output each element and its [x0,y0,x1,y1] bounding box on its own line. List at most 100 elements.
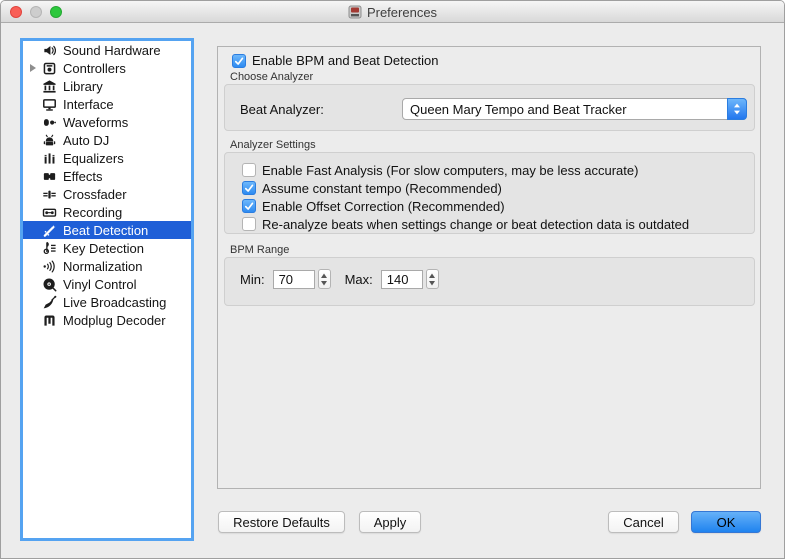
bpm-max-input[interactable] [381,270,423,289]
sidebar-item-crossfader[interactable]: Crossfader [23,185,191,203]
sidebar-item-live-broadcasting[interactable]: Live Broadcasting [23,293,191,311]
beat-analyzer-selected-option: Queen Mary Tempo and Beat Tracker [403,102,727,117]
restore-defaults-button[interactable]: Restore Defaults [218,511,345,533]
bpm-min-stepper[interactable] [318,269,331,289]
equalizers-icon [41,150,57,166]
controllers-icon [41,60,57,76]
sidebar-item-label: Live Broadcasting [63,295,166,310]
sidebar-item-label: Controllers [63,61,126,76]
disclosure-spacer [29,279,41,289]
preferences-sidebar: Sound Hardware Controllers Library Interfac… [20,38,194,541]
enable-bpm-label: Enable BPM and Beat Detection [252,53,438,68]
sidebar-item-label: Vinyl Control [63,277,136,292]
disclosure-spacer [29,81,41,91]
choose-analyzer-group-label: Choose Analyzer [230,71,313,83]
analyzer-setting-checkbox-3[interactable] [242,217,256,231]
analyzer-setting-label: Enable Fast Analysis (For slow computers… [262,163,638,178]
sidebar-item-label: Recording [63,205,122,220]
sidebar-item-waveforms[interactable]: Waveforms [23,113,191,131]
sidebar-item-auto-dj[interactable]: Auto DJ [23,131,191,149]
vinyl-control-icon [41,276,57,292]
bpm-max-label: Max: [345,272,373,287]
waveforms-icon [41,114,57,130]
analyzer-setting-label: Assume constant tempo (Recommended) [262,181,502,196]
disclosure-spacer [29,297,41,307]
sidebar-item-label: Key Detection [63,241,144,256]
sidebar-item-controllers[interactable]: Controllers [23,59,191,77]
sidebar-item-effects[interactable]: Effects [23,167,191,185]
analyzer-setting-row: Re-analyze beats when settings change or… [242,215,748,233]
sidebar-item-equalizers[interactable]: Equalizers [23,149,191,167]
disclosure-spacer [29,171,41,181]
normalization-icon [41,258,57,274]
ok-button[interactable]: OK [691,511,761,533]
bpm-range-group-label: BPM Range [230,244,289,256]
sidebar-item-label: Sound Hardware [63,43,161,58]
sidebar-item-label: Normalization [63,259,142,274]
disclosure-spacer [29,117,41,127]
auto-dj-icon [41,132,57,148]
disclosure-spacer [29,207,41,217]
sidebar-item-label: Auto DJ [63,133,109,148]
recording-icon [41,204,57,220]
sidebar-item-label: Modplug Decoder [63,313,166,328]
title-bar: Preferences [1,1,784,23]
analyzer-setting-checkbox-1[interactable] [242,181,256,195]
crossfader-icon [41,186,57,202]
sidebar-item-interface[interactable]: Interface [23,95,191,113]
sidebar-item-label: Beat Detection [63,223,148,238]
sidebar-item-label: Waveforms [63,115,128,130]
sidebar-item-library[interactable]: Library [23,77,191,95]
sidebar-item-vinyl-control[interactable]: Vinyl Control [23,275,191,293]
enable-bpm-checkbox[interactable] [232,54,246,68]
sidebar-item-label: Interface [63,97,114,112]
sidebar-item-label: Equalizers [63,151,124,166]
beat-analyzer-dropdown[interactable]: Queen Mary Tempo and Beat Tracker [402,98,747,120]
analyzer-setting-label: Enable Offset Correction (Recommended) [262,199,505,214]
effects-icon [41,168,57,184]
app-icon [348,5,362,19]
analyzer-setting-row: Enable Fast Analysis (For slow computers… [242,161,748,179]
sidebar-item-recording[interactable]: Recording [23,203,191,221]
sidebar-item-sound-hardware[interactable]: Sound Hardware [23,41,191,59]
sidebar-item-label: Effects [63,169,103,184]
analyzer-setting-checkbox-0[interactable] [242,163,256,177]
bpm-max-stepper[interactable] [426,269,439,289]
live-broadcasting-icon [41,294,57,310]
disclosure-spacer [29,315,41,325]
analyzer-setting-checkbox-2[interactable] [242,199,256,213]
analyzer-setting-label: Re-analyze beats when settings change or… [262,217,689,232]
disclosure-spacer [29,99,41,109]
disclosure-spacer [29,45,41,55]
library-icon [41,78,57,94]
preferences-window: Preferences Sound Hardware Controllers Lib… [0,0,785,559]
sidebar-item-modplug-decoder[interactable]: Modplug Decoder [23,311,191,329]
disclosure-spacer [29,243,41,253]
modplug-decoder-icon [41,312,57,328]
analyzer-settings-groupbox: Enable Fast Analysis (For slow computers… [224,152,755,234]
choose-analyzer-groupbox: Beat Analyzer: Queen Mary Tempo and Beat… [224,84,755,131]
bpm-min-input[interactable] [273,270,315,289]
sidebar-item-key-detection[interactable]: Key Detection [23,239,191,257]
bpm-range-groupbox: Min: Max: [224,257,755,306]
interface-icon [41,96,57,112]
beat-analyzer-label: Beat Analyzer: [240,102,402,117]
analyzer-settings-group-label: Analyzer Settings [230,139,316,151]
beat-detection-icon [41,222,57,238]
window-title: Preferences [367,5,437,20]
bpm-min-label: Min: [240,272,265,287]
disclosure-spacer [29,261,41,271]
sidebar-item-label: Crossfader [63,187,127,202]
cancel-button[interactable]: Cancel [608,511,679,533]
analyzer-setting-row: Assume constant tempo (Recommended) [242,179,748,197]
sidebar-item-beat-detection[interactable]: Beat Detection [23,221,191,239]
disclosure-spacer [29,189,41,199]
disclosure-triangle-icon[interactable] [29,63,41,73]
sidebar-item-label: Library [63,79,103,94]
disclosure-spacer [29,135,41,145]
enable-bpm-row: Enable BPM and Beat Detection [232,53,438,68]
dropdown-chevrons-icon [727,98,747,120]
apply-button[interactable]: Apply [359,511,421,533]
sidebar-item-normalization[interactable]: Normalization [23,257,191,275]
analyzer-setting-row: Enable Offset Correction (Recommended) [242,197,748,215]
